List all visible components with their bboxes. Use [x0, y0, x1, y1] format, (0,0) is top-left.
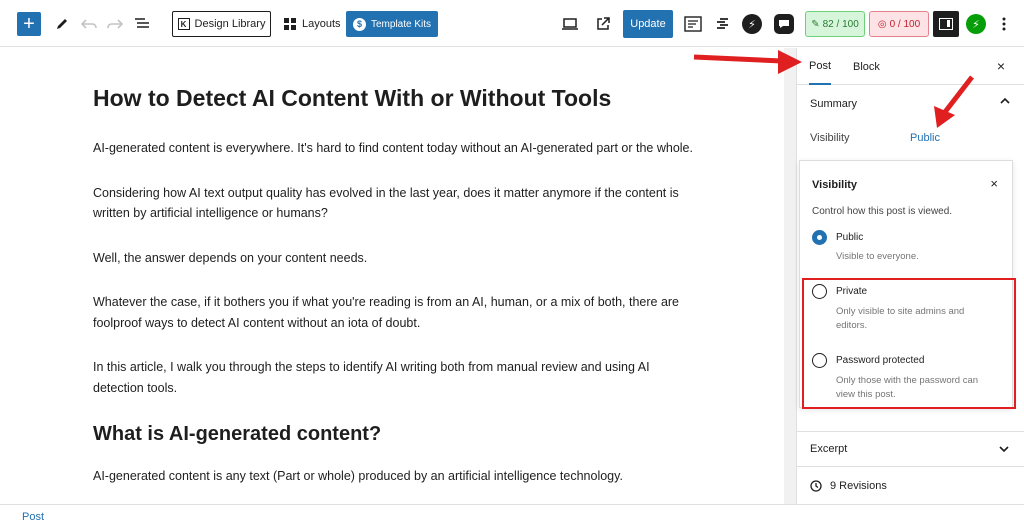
update-button[interactable]: Update	[623, 10, 673, 38]
editor-footer: Post	[0, 504, 1024, 529]
more-options-icon[interactable]	[993, 13, 1015, 35]
revisions-clock-icon	[810, 479, 822, 492]
paragraph-block[interactable]: In this article, I walk you through the …	[93, 357, 693, 398]
speed-lines-icon[interactable]	[711, 13, 733, 35]
chevron-down-icon	[999, 446, 1009, 453]
chevron-up-icon[interactable]	[1000, 96, 1010, 107]
article: How to Detect AI Content With or Without…	[93, 84, 693, 504]
block-editor: + K Design Library Layouts $ Template Ki…	[0, 0, 1024, 529]
layouts-grid-icon	[284, 18, 296, 30]
sidebar-tabs: Post Block ×	[797, 48, 1024, 85]
option-help-public: Visible to everyone.	[836, 251, 919, 262]
kadence-logo-icon: K	[177, 18, 190, 30]
template-kits-icon: $	[352, 17, 366, 31]
breadcrumb[interactable]: Post	[22, 511, 44, 523]
post-title[interactable]: How to Detect AI Content With or Without…	[93, 84, 693, 112]
heading-block[interactable]: What is AI-generated content?	[93, 422, 693, 446]
design-library-button[interactable]: K Design Library	[172, 11, 271, 37]
layouts-button[interactable]: Layouts	[284, 11, 341, 37]
notepad-icon[interactable]	[682, 13, 704, 35]
close-sidebar-icon[interactable]: ×	[991, 56, 1011, 76]
readability-score-value: 0 / 100	[889, 18, 921, 30]
top-toolbar: + K Design Library Layouts $ Template Ki…	[0, 0, 1024, 47]
design-library-label: Design Library	[194, 18, 266, 30]
revisions-label: 9 Revisions	[830, 479, 887, 492]
template-kits-label: Template Kits	[370, 18, 432, 30]
excerpt-label: Excerpt	[810, 443, 848, 455]
redo-icon[interactable]	[104, 13, 126, 35]
visibility-toggle-link[interactable]: Public	[910, 132, 940, 144]
paragraph-block[interactable]: Whatever the case, if it bothers you if …	[93, 292, 693, 333]
annotation-highlight-box	[802, 278, 1016, 409]
paragraph-block[interactable]: AI-generated content is any text (Part o…	[93, 466, 693, 487]
paragraph-block[interactable]: Considering how AI text output quality h…	[93, 183, 693, 224]
seo-score-value: 82 / 100	[822, 18, 859, 30]
sidebar-icon	[939, 18, 953, 30]
paragraph-block[interactable]: Well, the answer depends on your content…	[93, 248, 693, 269]
plugin-bolt-icon[interactable]: ⚡	[742, 14, 762, 34]
jetpack-icon[interactable]: ⚡	[966, 14, 986, 34]
excerpt-panel[interactable]: Excerpt	[797, 431, 1024, 466]
tab-block[interactable]: Block	[853, 48, 880, 85]
radio-public[interactable]	[812, 230, 827, 245]
summary-panel-title[interactable]: Summary	[810, 98, 857, 110]
seo-turtle-icon: ✎	[811, 18, 820, 30]
option-label-public[interactable]: Public	[836, 232, 863, 243]
document-overview-icon[interactable]	[131, 13, 153, 35]
visibility-label: Visibility	[810, 132, 850, 144]
paragraph-block[interactable]: AI-generated content is everywhere. It's…	[93, 138, 693, 159]
seo-score-badge[interactable]: ✎ 82 / 100	[805, 11, 865, 37]
layouts-label: Layouts	[302, 18, 341, 30]
readability-score-badge[interactable]: ◎ 0 / 100	[869, 11, 929, 37]
undo-icon[interactable]	[78, 13, 100, 35]
readability-target-icon: ◎	[877, 18, 887, 30]
plugin-chat-icon[interactable]	[774, 14, 794, 34]
settings-sidebar-toggle-button[interactable]	[933, 11, 959, 37]
view-post-external-icon[interactable]	[592, 13, 614, 35]
editor-scrollbar[interactable]	[784, 48, 796, 504]
popover-description: Control how this post is viewed.	[812, 206, 953, 217]
revisions-link[interactable]: 9 Revisions	[797, 466, 1024, 504]
tools-pencil-icon[interactable]	[51, 13, 73, 35]
preview-desktop-icon[interactable]	[559, 13, 581, 35]
popover-close-icon[interactable]: ×	[990, 176, 998, 191]
popover-title: Visibility	[812, 179, 858, 191]
tab-post[interactable]: Post	[809, 48, 832, 85]
editor-canvas[interactable]: How to Detect AI Content With or Without…	[0, 48, 784, 504]
template-kits-button[interactable]: $ Template Kits	[346, 11, 438, 37]
add-block-button[interactable]: +	[17, 12, 41, 36]
